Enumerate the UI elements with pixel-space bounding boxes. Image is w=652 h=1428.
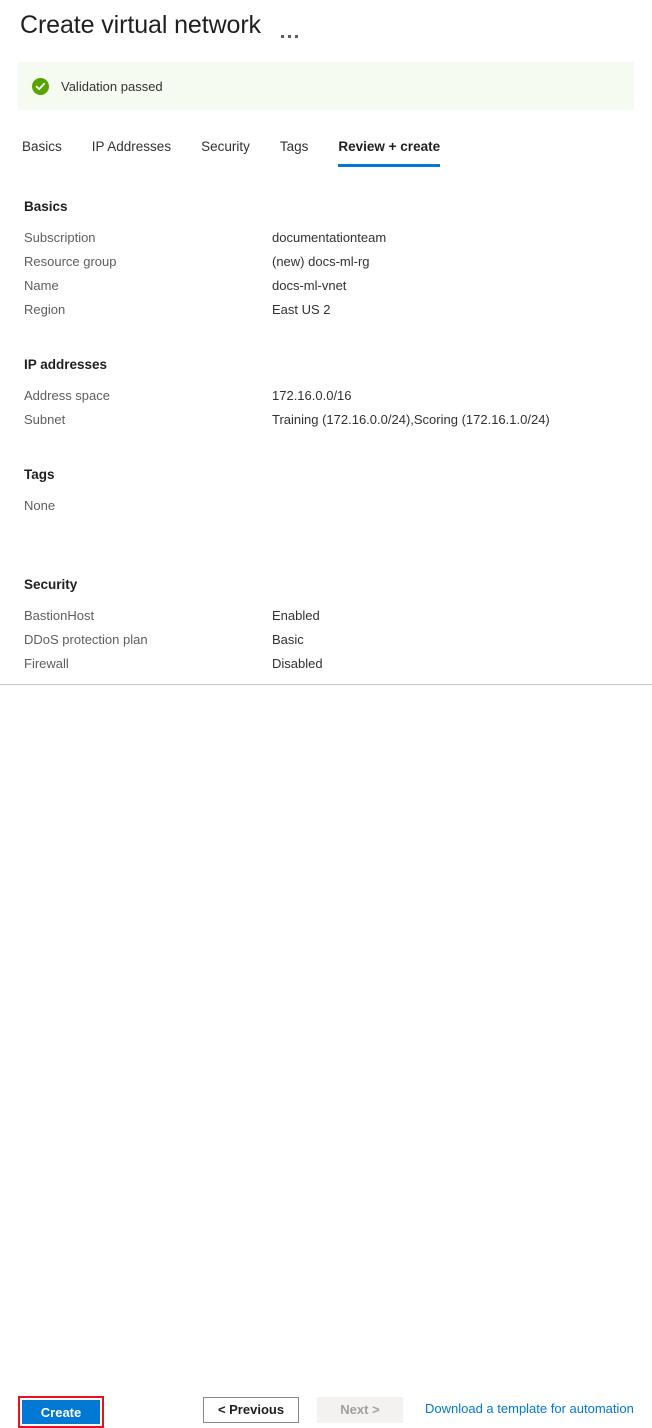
row-label: Address space (24, 388, 110, 403)
row-label: Subscription (24, 230, 96, 245)
row-label: Name (24, 278, 59, 293)
page-title: Create virtual network (20, 11, 261, 39)
row-label: Subnet (24, 412, 66, 427)
review-summary: Basics Subscription documentationteam Re… (24, 198, 624, 676)
tags-empty-text: None (24, 498, 56, 513)
row-value: 172.16.0.0/16 (272, 388, 352, 403)
summary-row-resource-group: Resource group (new) docs-ml-rg (24, 250, 624, 274)
footer-action-bar: Create < Previous Next > Download a temp… (0, 685, 652, 1428)
check-circle-icon (32, 77, 49, 95)
tab-basics[interactable]: Basics (22, 138, 62, 167)
row-value: Basic (272, 632, 304, 647)
section-heading-basics: Basics (24, 199, 68, 214)
summary-row-name: Name docs-ml-vnet (24, 274, 624, 298)
row-value: Enabled (272, 608, 320, 623)
section-heading-security: Security (24, 577, 78, 592)
previous-button[interactable]: < Previous (203, 1397, 299, 1423)
ellipsis-dot (280, 35, 284, 38)
row-value: documentationteam (272, 230, 387, 245)
ellipsis-dot (287, 35, 291, 38)
summary-row-firewall: Firewall Disabled (24, 652, 624, 676)
summary-row-region: Region East US 2 (24, 298, 624, 322)
row-value: East US 2 (272, 302, 331, 317)
tab-tags[interactable]: Tags (280, 138, 309, 167)
ellipsis-horizontal-icon[interactable] (280, 8, 298, 42)
row-value: Training (172.16.0.0/24),Scoring (172.16… (272, 412, 550, 427)
row-value: docs-ml-vnet (272, 278, 347, 293)
section-heading-ip-addresses: IP addresses (24, 357, 108, 372)
create-button[interactable]: Create (22, 1400, 100, 1424)
summary-row-bastion-host: BastionHost Enabled (24, 604, 624, 628)
page-header: Create virtual network (20, 8, 298, 42)
section-basics: Basics Subscription documentationteam Re… (24, 198, 624, 322)
next-button: Next > (317, 1397, 403, 1423)
section-security: Security BastionHost Enabled DDoS protec… (24, 576, 624, 676)
row-value: Disabled (272, 656, 323, 671)
summary-row-ddos-protection-plan: DDoS protection plan Basic (24, 628, 624, 652)
wizard-tabs: Basics IP Addresses Security Tags Review… (22, 138, 441, 167)
row-value: (new) docs-ml-rg (272, 254, 370, 269)
row-label: Resource group (24, 254, 117, 269)
tab-ip-addresses[interactable]: IP Addresses (92, 138, 171, 167)
section-tags: Tags None (24, 466, 624, 518)
section-ip-addresses: IP addresses Address space 172.16.0.0/16… (24, 356, 624, 432)
validation-banner-text: Validation passed (61, 78, 163, 94)
row-label: Region (24, 302, 66, 317)
ellipsis-dot (294, 35, 298, 38)
row-label: Firewall (24, 656, 69, 671)
tab-review-create[interactable]: Review + create (338, 138, 441, 167)
create-button-highlight: Create (18, 1396, 104, 1428)
section-heading-tags: Tags (24, 467, 55, 482)
row-label: BastionHost (24, 608, 95, 623)
row-label: DDoS protection plan (24, 632, 148, 647)
download-template-link[interactable]: Download a template for automation (425, 1399, 634, 1419)
validation-banner: Validation passed (18, 62, 634, 110)
summary-row-subscription: Subscription documentationteam (24, 226, 624, 250)
tab-security[interactable]: Security (201, 138, 250, 167)
summary-row-address-space: Address space 172.16.0.0/16 (24, 384, 624, 408)
summary-row-subnet: Subnet Training (172.16.0.0/24),Scoring … (24, 408, 624, 432)
